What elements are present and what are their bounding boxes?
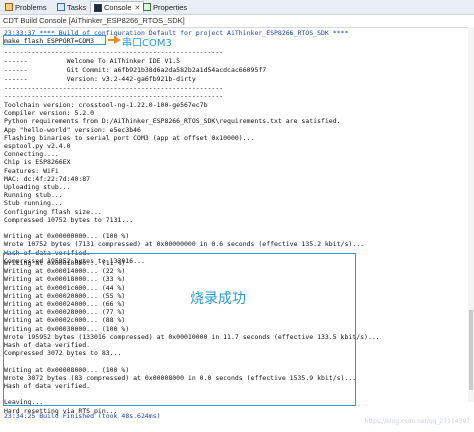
view-tab-bar: Problems Tasks Console ✕ Properties [0,0,474,15]
serial-port-annotation: 串口COM3 [122,38,172,49]
tab-label: Problems [15,2,47,12]
problems-icon [5,3,13,11]
log-line: Wrote 10752 bytes (7131 compressed) at 0… [4,240,365,249]
tab-tasks[interactable]: Tasks [54,1,89,13]
log-line: App "hello-world" version: e5ec3b46 [4,125,141,134]
build-finished-line: 23:34:25 Build Finished (took 48s.624ms) [4,412,161,420]
log-line: MAC: dc:4f:22:7d:40:87 [4,174,91,183]
log-line: Compressed 10752 bytes to 7131... [4,215,134,224]
log-line: Compiler version: 5.2.0 [4,109,95,118]
tab-label: Tasks [67,2,87,12]
scrollbar-thumb[interactable] [469,310,473,390]
log-line: Features: WiFi [4,166,59,175]
serial-port-highlight-box [3,35,106,45]
arrow-icon [114,36,121,44]
log-line: Writing at 0x00000000... (100 %) [4,232,130,241]
banner-line: ------ Welcome To AiThinker IDE V1.5 [4,57,181,65]
flash-success-highlight-box [3,253,356,406]
banner-line: ------ Version: v3.2-442-ga6fb921b-dirty [4,75,196,83]
log-line: esptool.py v2.4.0 [4,142,71,150]
tab-problems[interactable]: Problems [2,1,50,13]
log-line: Running stub... [4,191,63,200]
log-line: Python requirements from D:/AiThinker_ES… [4,117,341,126]
tasks-icon [57,3,65,11]
log-line: Uploading stub... [4,183,71,191]
log-line: Connecting.... [4,150,59,159]
log-line: Chip is ESP8266EX [4,158,71,167]
properties-icon [143,3,151,11]
tab-console[interactable]: Console ✕ [90,1,145,13]
log-line: Toolchain version: crosstool-ng-1.22.0-1… [4,101,208,109]
flash-success-annotation: 烧录成功 [190,291,246,307]
banner-line: ----------------------------------------… [4,84,224,92]
banner-line: ----------------------------------------… [4,92,224,100]
log-line: Configuring flash size... [4,207,102,216]
watermark: https://blog.csdn.net/qq_27114397 [364,418,470,425]
console-icon [94,3,102,12]
banner-line: ------ Git Commit: a6fb921b38d6a2da582b2… [4,66,267,74]
console-title: CDT Build Console [AiThinker_ESP8266_RTO… [3,16,185,25]
log-line: Flashing binaries to serial port COM3 (a… [4,133,255,142]
log-line: Stub running... [4,199,63,208]
banner-line: ----------------------------------------… [4,48,224,56]
tab-label: Console [104,3,132,12]
tab-label: Properties [153,2,188,12]
tab-properties[interactable]: Properties [140,1,190,13]
